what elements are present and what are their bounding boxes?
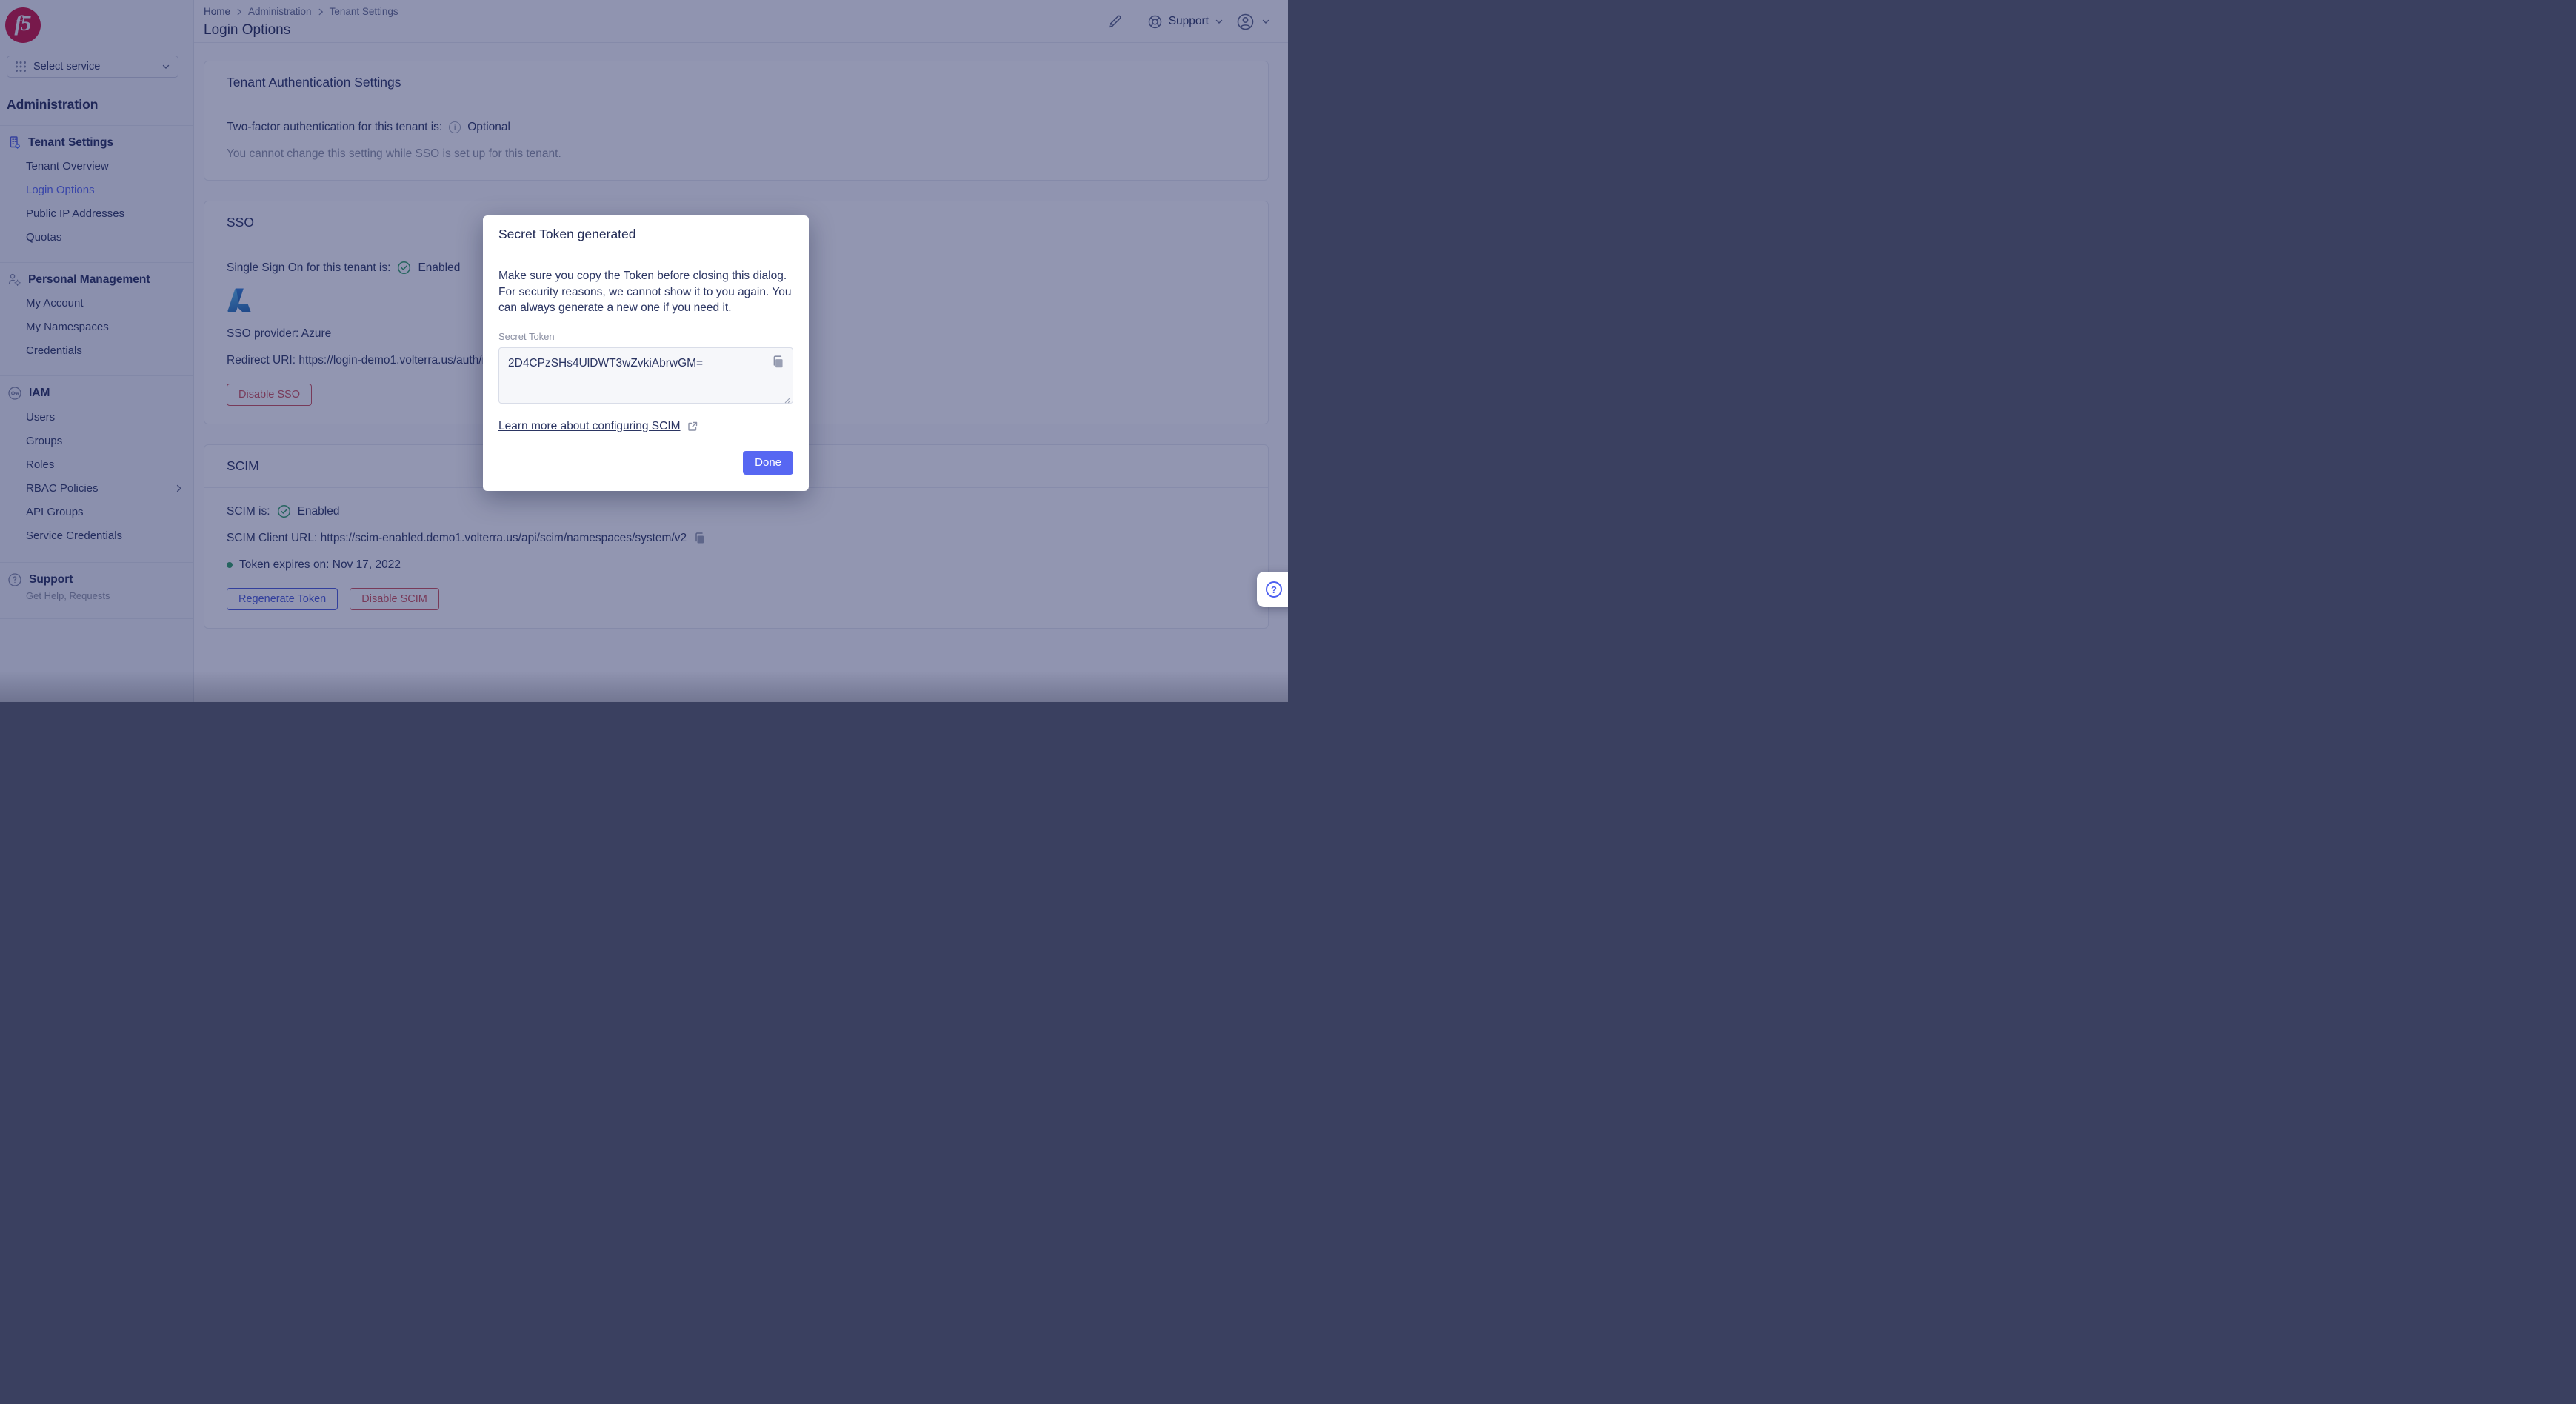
external-link-icon [687,421,698,432]
secret-token-field-wrap: 2D4CPzSHs4UlDWT3wZvkiAbrwGM= [498,347,793,407]
secret-token-label: Secret Token [498,331,793,342]
question-circle-icon: ? [1266,581,1282,598]
scim-docs-link[interactable]: Learn more about configuring SCIM [498,420,681,433]
resize-handle-icon[interactable] [784,397,791,404]
dialog-title: Secret Token generated [498,227,636,242]
dialog-header: Secret Token generated [483,215,809,253]
secret-token-dialog: Secret Token generated Make sure you cop… [483,215,809,491]
copy-token-button[interactable] [771,355,786,370]
secret-token-field[interactable]: 2D4CPzSHs4UlDWT3wZvkiAbrwGM= [498,347,793,404]
dialog-message: Make sure you copy the Token before clos… [498,268,793,316]
copy-icon [771,355,786,370]
help-button[interactable]: ? [1257,572,1288,607]
app-window: f5 Select service Administration [0,0,1288,702]
done-button[interactable]: Done [743,451,793,475]
